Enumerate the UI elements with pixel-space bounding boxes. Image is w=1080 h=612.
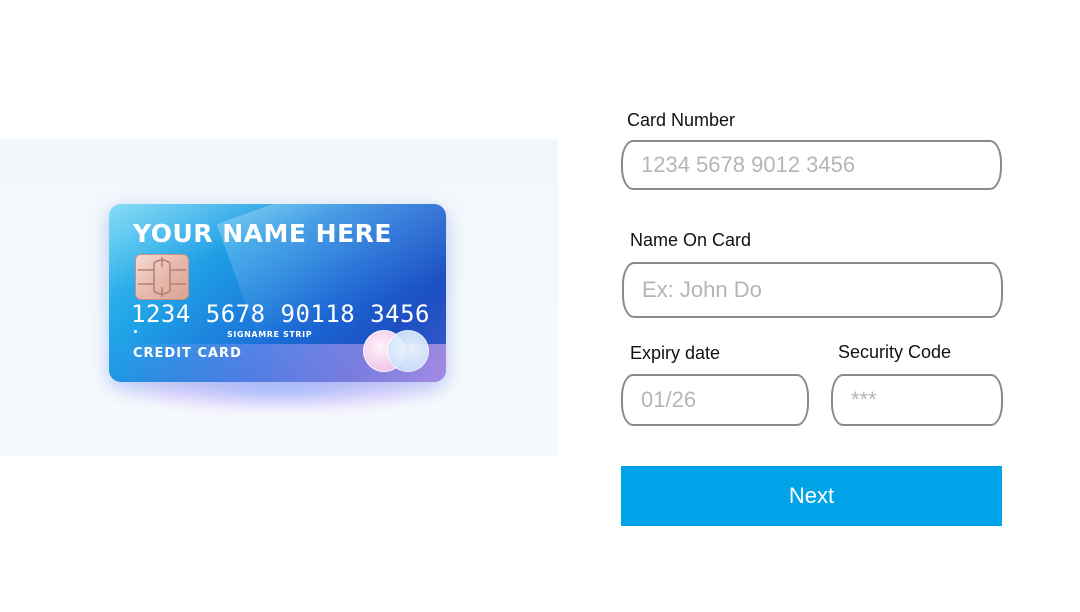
card-network-logo-icon (363, 330, 429, 372)
card-illustration-panel: YOUR NAME HERE 1234 5678 90118 3456 SIGN… (0, 139, 558, 456)
name-on-card-label: Name On Card (630, 230, 752, 250)
chip-icon (135, 254, 189, 300)
logo-circle-right (387, 330, 429, 372)
card-holder-name: YOUR NAME HERE (133, 219, 392, 248)
security-code-label: Security Code (838, 342, 952, 362)
next-button[interactable]: Next (621, 466, 1002, 526)
signature-strip-text: SIGNAMRE STRIP (227, 330, 313, 339)
card-number-field (621, 140, 1002, 190)
card-number-display: 1234 5678 90118 3456 (131, 300, 430, 328)
expiry-date-field (621, 374, 809, 426)
card-number-input[interactable] (641, 142, 988, 188)
expiry-date-input[interactable] (641, 376, 795, 424)
card-dot (134, 330, 137, 333)
security-code-field (831, 374, 1003, 426)
name-on-card-field (622, 262, 1003, 318)
expiry-date-label: Expiry date (630, 343, 721, 363)
card-type-label: CREDIT CARD (133, 346, 242, 361)
security-code-input[interactable] (851, 376, 989, 424)
credit-card-image: YOUR NAME HERE 1234 5678 90118 3456 SIGN… (109, 204, 446, 382)
card-number-label: Card Number (627, 110, 736, 130)
name-on-card-input[interactable] (642, 264, 989, 316)
